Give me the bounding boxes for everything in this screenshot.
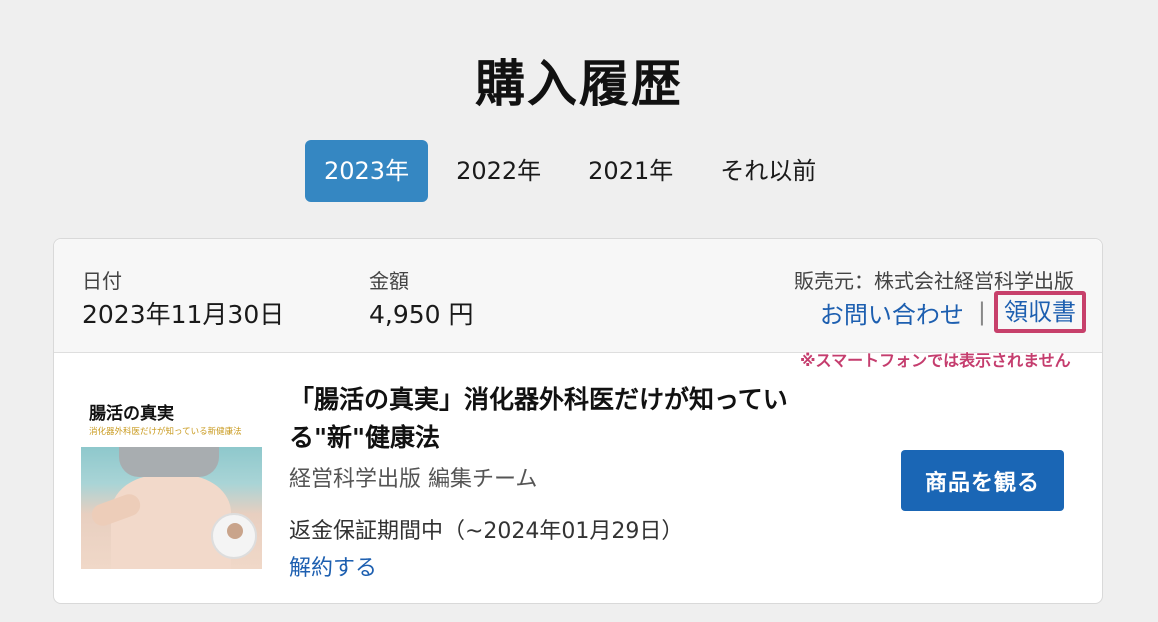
order-links: お問い合わせ | 領収書 [820, 291, 1086, 333]
year-tabs: 2023年 2022年 2021年 それ以前 [305, 140, 844, 202]
tab-2021[interactable]: 2021年 [569, 140, 692, 202]
product-thumbnail[interactable]: 腸活の真実 消化器外科医だけが知っている新健康法 [81, 389, 262, 569]
receipt-link[interactable]: 領収書 [1004, 298, 1076, 326]
date-label: 日付 [82, 269, 122, 293]
thumbnail-title: 腸活の真実 [89, 404, 174, 424]
order-card: 日付 2023年11月30日 金額 4,950 円 販売元：株式会社経営科学出版… [53, 238, 1103, 604]
amount-label: 金額 [369, 269, 409, 293]
product-title[interactable]: 「腸活の真実」消化器外科医だけが知っている"新"健康法 [289, 381, 879, 457]
smartphone-note: ※スマートフォンでは表示されません [800, 351, 1071, 370]
contact-link[interactable]: お問い合わせ [820, 295, 964, 330]
seller-text: 販売元：株式会社経営科学出版 [794, 269, 1074, 293]
cancel-link[interactable]: 解約する [289, 550, 377, 582]
view-product-button[interactable]: 商品を観る [901, 450, 1064, 511]
refund-status: 返金保証期間中（~2024年01月29日） [289, 519, 684, 544]
tab-2023[interactable]: 2023年 [305, 140, 429, 202]
tab-2022[interactable]: 2022年 [437, 140, 560, 202]
product-author: 経営科学出版 編集チーム [289, 467, 538, 492]
order-header: 日付 2023年11月30日 金額 4,950 円 販売元：株式会社経営科学出版… [54, 239, 1102, 353]
amount-value: 4,950 円 [369, 300, 474, 329]
date-value: 2023年11月30日 [82, 300, 285, 329]
doctor-avatar [211, 513, 257, 559]
receipt-highlight: 領収書 [994, 291, 1086, 333]
page-title: 購入履歴 [475, 55, 683, 113]
link-separator: | [977, 298, 986, 326]
thumbnail-top-shape [119, 447, 219, 477]
thumbnail-body-shape [111, 475, 231, 569]
thumbnail-subtitle: 消化器外科医だけが知っている新健康法 [89, 427, 242, 437]
tab-earlier[interactable]: それ以前 [701, 140, 835, 202]
